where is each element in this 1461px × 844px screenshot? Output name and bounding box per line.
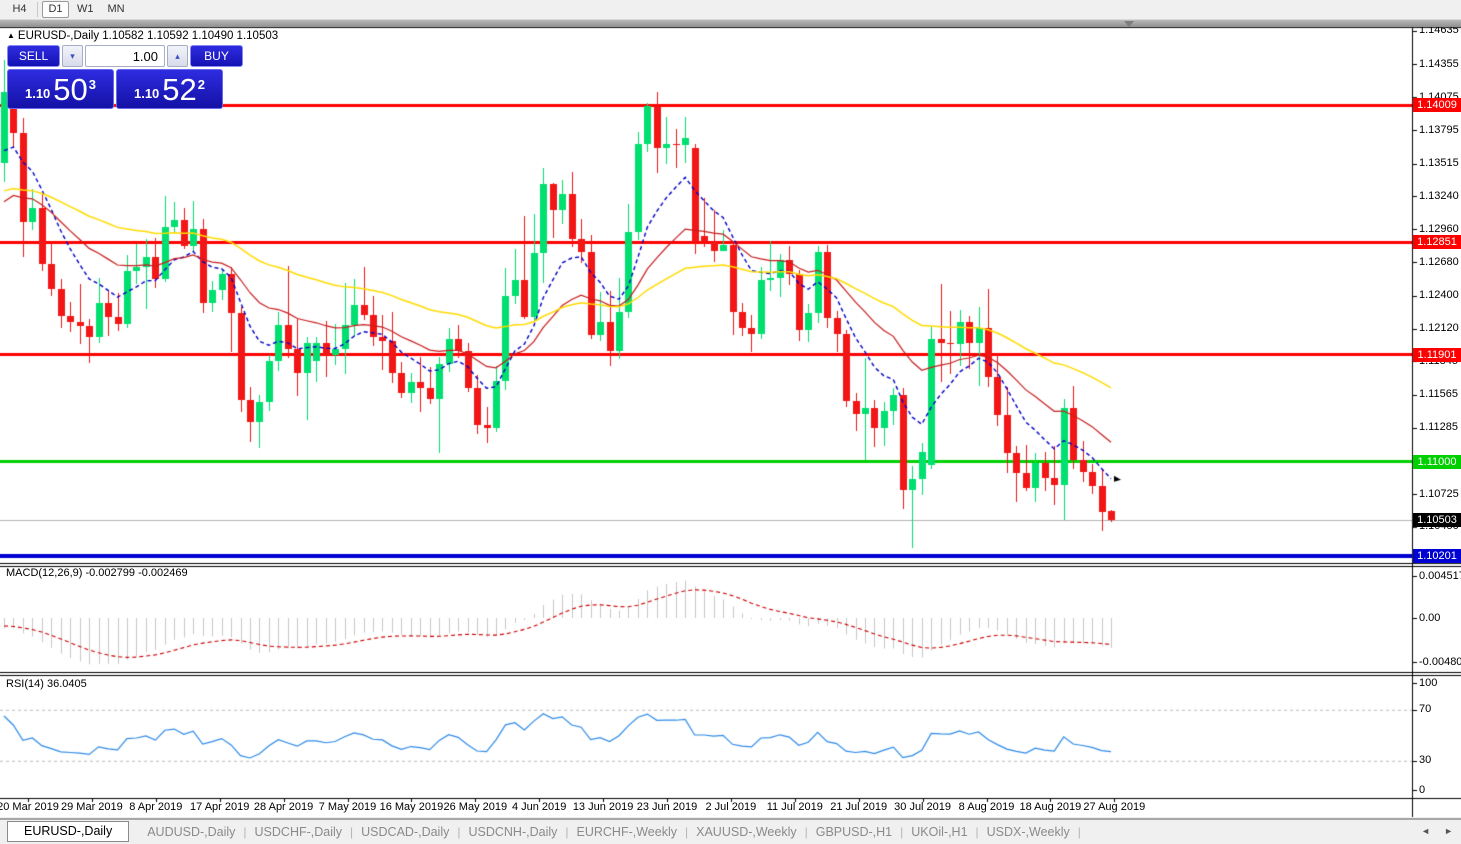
date-label: 8 Aug 2019: [959, 801, 1015, 813]
macd-tick-label: 0.004517: [1419, 570, 1461, 583]
price-tick-label: 1.12960: [1419, 223, 1459, 236]
volume-decrease-button[interactable]: ▾: [62, 45, 83, 67]
symbol-marker-icon: ▲: [7, 31, 15, 40]
chart-title-text: EURUSD-,Daily 1.10582 1.10592 1.10490 1.…: [18, 30, 278, 42]
date-label: 29 Mar 2019: [61, 801, 123, 813]
timeframe-button-w1[interactable]: W1: [71, 1, 100, 18]
tab-audusddaily[interactable]: AUDUSD-,Daily: [139, 825, 243, 839]
volume-input[interactable]: [85, 45, 165, 67]
tab-usdcnhdaily[interactable]: USDCNH-,Daily: [460, 825, 565, 839]
date-label: 8 Apr 2019: [129, 801, 182, 813]
date-label: 16 May 2019: [380, 801, 444, 813]
rsi-tick-label: 100: [1419, 677, 1437, 690]
scroll-anchor-icon[interactable]: [1124, 21, 1134, 27]
one-click-trading-panel: SELL ▾ ▴ BUY 1.10503 1.10522: [7, 45, 225, 109]
tab-usdchfdaily[interactable]: USDCHF-,Daily: [247, 825, 351, 839]
chart-title: ▲EURUSD-,Daily 1.10582 1.10592 1.10490 1…: [7, 30, 278, 42]
tab-eurchfweekly[interactable]: EURCHF-,Weekly: [569, 825, 685, 839]
macd-tick-label: -0.004806: [1419, 656, 1461, 669]
date-label: 7 May 2019: [319, 801, 376, 813]
price-tick-label: 1.12120: [1419, 322, 1459, 335]
timeframe-toolbar: H4 D1W1MN: [0, 0, 1461, 20]
price-level-badge: 1.11000: [1413, 455, 1461, 469]
price-tick-label: 1.12680: [1419, 256, 1459, 269]
date-label: 26 May 2019: [443, 801, 507, 813]
price-tick-label: 1.14355: [1419, 58, 1459, 71]
buy-button[interactable]: BUY: [190, 45, 243, 67]
chevron-down-icon: ▾: [70, 51, 75, 62]
price-chart-canvas[interactable]: [0, 0, 1461, 844]
tab-usdcaddaily[interactable]: USDCAD-,Daily: [353, 825, 457, 839]
date-label: 28 Apr 2019: [254, 801, 313, 813]
volume-increase-button[interactable]: ▴: [167, 45, 188, 67]
tab-items: EURUSD-,Daily AUDUSD-,Daily | USDCHF-,Daily…: [7, 822, 1081, 843]
toolbar-separator: [37, 2, 38, 17]
buy-big-figure: 1.10: [134, 86, 159, 101]
date-label: 27 Aug 2019: [1083, 801, 1145, 813]
price-level-badge: 1.10201: [1413, 549, 1461, 563]
tab-scroll-right-icon[interactable]: ►: [1444, 826, 1453, 836]
date-label: 20 Mar 2019: [0, 801, 59, 813]
date-label: 30 Jul 2019: [894, 801, 951, 813]
sell-pipette: 3: [89, 77, 96, 92]
tab-usdxweekly[interactable]: USDX-,Weekly: [979, 825, 1078, 839]
price-tick-label: 1.13795: [1419, 124, 1459, 137]
rsi-tick-label: 0: [1419, 784, 1425, 797]
price-level-badge: 1.10503: [1413, 513, 1461, 527]
price-level-badge: 1.14009: [1413, 98, 1461, 112]
buy-pips: 52: [162, 75, 196, 105]
timeframe-button-h4[interactable]: H4: [6, 1, 33, 18]
sell-big-figure: 1.10: [25, 86, 50, 101]
buy-quote-button[interactable]: 1.10522: [116, 69, 223, 109]
date-label: 2 Jul 2019: [706, 801, 757, 813]
chart-tab-bar: EURUSD-,Daily AUDUSD-,Daily | USDCHF-,Daily…: [0, 819, 1461, 844]
tab-scroll-arrows: ◄ ►: [1421, 826, 1453, 836]
tab-scroll-left-icon[interactable]: ◄: [1421, 826, 1430, 836]
tab-xauusdweekly[interactable]: XAUUSD-,Weekly: [688, 825, 804, 839]
tab-ukoilh1[interactable]: UKOil-,H1: [903, 825, 975, 839]
date-label: 13 Jun 2019: [573, 801, 634, 813]
date-label: 18 Aug 2019: [1019, 801, 1081, 813]
tab-eurusddaily[interactable]: EURUSD-,Daily: [7, 821, 129, 842]
tab-gbpusdh1[interactable]: GBPUSD-,H1: [808, 825, 900, 839]
price-tick-label: 1.11565: [1419, 388, 1458, 401]
price-level-badge: 1.11901: [1413, 348, 1461, 362]
price-tick-label: 1.13515: [1419, 157, 1459, 170]
price-tick-label: 1.10725: [1419, 488, 1459, 501]
sell-pips: 50: [53, 75, 87, 105]
date-label: 17 Apr 2019: [190, 801, 249, 813]
buy-pipette: 2: [198, 77, 205, 92]
timeframe-button-mn[interactable]: MN: [102, 1, 131, 18]
trading-terminal: H4 D1W1MN ▲EURUSD-,Daily 1.10582 1.10592 …: [0, 0, 1461, 844]
price-tick-label: 1.12400: [1419, 289, 1459, 302]
tab-divider: |: [1078, 825, 1081, 839]
window-top-border: [0, 20, 1461, 27]
macd-label: MACD(12,26,9) -0.002799 -0.002469: [6, 567, 188, 579]
rsi-tick-label: 70: [1419, 703, 1431, 716]
date-label: 21 Jul 2019: [830, 801, 887, 813]
price-tick-label: 1.13240: [1419, 190, 1459, 203]
date-label: 11 Jul 2019: [767, 801, 823, 813]
date-label: 23 Jun 2019: [637, 801, 698, 813]
sell-button[interactable]: SELL: [7, 45, 60, 67]
timeframe-button-d1[interactable]: D1: [42, 1, 69, 18]
date-label: 4 Jun 2019: [512, 801, 566, 813]
macd-tick-label: 0.00: [1419, 612, 1440, 625]
price-tick-label: 1.11285: [1419, 421, 1458, 434]
chevron-up-icon: ▴: [175, 51, 180, 62]
rsi-tick-label: 30: [1419, 754, 1431, 767]
rsi-label: RSI(14) 36.0405: [6, 678, 87, 690]
price-level-badge: 1.12851: [1413, 235, 1461, 249]
sell-quote-button[interactable]: 1.10503: [7, 69, 114, 109]
